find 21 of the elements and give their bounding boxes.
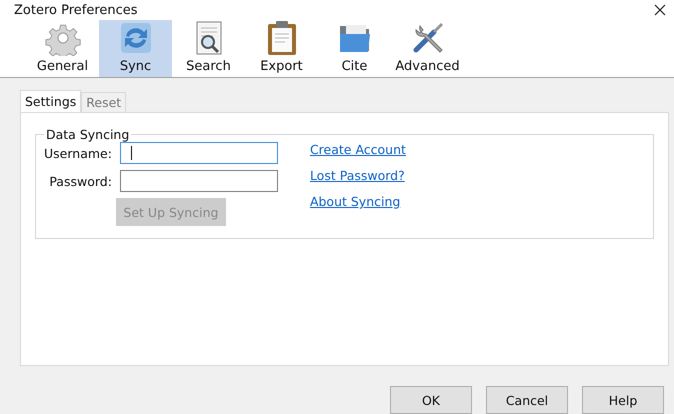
input-field[interactable] bbox=[120, 170, 278, 192]
dialog-button[interactable]: OK bbox=[390, 386, 472, 414]
input-field[interactable] bbox=[120, 142, 278, 164]
dialog-button[interactable]: Help bbox=[582, 386, 664, 414]
toolbar-tab[interactable]: Advanced bbox=[391, 20, 464, 77]
close-icon[interactable] bbox=[654, 4, 666, 16]
field-label: Username: bbox=[44, 146, 112, 160]
field-label: Password: bbox=[49, 174, 112, 188]
link[interactable]: About Syncing bbox=[310, 194, 406, 209]
toolbar-tab[interactable]: Cite bbox=[318, 20, 391, 77]
tab[interactable]: Settings bbox=[20, 90, 82, 112]
toolbar-tab[interactable]: Export bbox=[245, 20, 318, 77]
dialog-button[interactable]: Cancel bbox=[486, 386, 568, 414]
toolbar-tab[interactable]: Search bbox=[172, 20, 245, 77]
link[interactable]: Lost Password? bbox=[310, 168, 406, 183]
window-title: Zotero Preferences bbox=[14, 2, 138, 18]
link[interactable]: Create Account bbox=[310, 142, 406, 157]
toolbar-tab[interactable]: Sync bbox=[99, 20, 172, 77]
tab[interactable]: Reset bbox=[81, 92, 126, 112]
group-title: Data Syncing bbox=[45, 127, 130, 142]
toolbar-tab[interactable]: General bbox=[26, 20, 99, 77]
